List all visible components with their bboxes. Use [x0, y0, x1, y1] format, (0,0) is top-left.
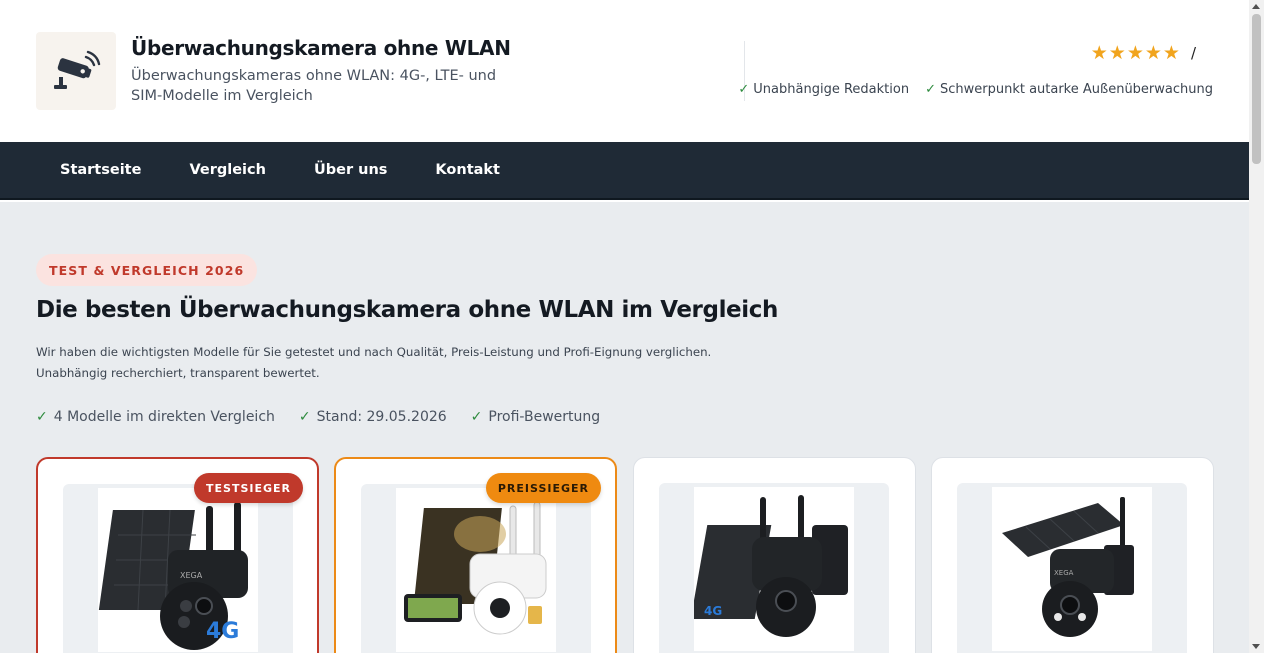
product-image[interactable]: 4G	[659, 483, 889, 653]
scroll-up-icon[interactable]	[1252, 4, 1260, 9]
trust-item: ✓ Schwerpunkt autarke Außenüberwachung	[925, 82, 1213, 97]
rating-stars: ★★★★★ /	[1091, 42, 1197, 64]
check-icon: ✓	[738, 82, 750, 97]
scroll-down-icon[interactable]	[1252, 644, 1260, 649]
svg-text:4G: 4G	[704, 604, 722, 618]
ribbon-preissieger: PREISSIEGER	[485, 473, 601, 503]
svg-text:4G: 4G	[206, 619, 239, 644]
product-image[interactable]	[361, 484, 591, 653]
camera-product-icon: XEGA 4G	[98, 502, 248, 650]
product-card[interactable]: XEGA 4G TESTSIEGER	[36, 457, 319, 653]
hero-check-item: ✓ Profi-Bewertung	[470, 409, 601, 425]
hero-description: Wir haben die wichtigsten Modelle für Si…	[36, 345, 712, 380]
rating-separator: /	[1190, 44, 1197, 62]
svg-text:XEGA: XEGA	[1054, 569, 1074, 577]
product-image[interactable]: XEGA	[957, 483, 1187, 653]
product-card[interactable]: PREISSIEGER	[334, 457, 617, 653]
check-icon: ✓	[925, 82, 936, 97]
check-icon: ✓	[36, 409, 48, 425]
trust-badges: ✓ Unabhängige Redaktion ✓ Schwerpunkt auta…	[738, 82, 1213, 97]
camera-product-icon: 4G	[694, 495, 848, 637]
nav-link-kontakt[interactable]: Kontakt	[411, 162, 524, 178]
scroll-thumb[interactable]	[1252, 14, 1261, 164]
hero-title: Die besten Überwachungskamera ohne WLAN …	[36, 297, 778, 323]
page-scrollbar[interactable]	[1249, 0, 1264, 653]
hero-section: TEST & VERGLEICH 2026 Die besten Überwac…	[0, 202, 1249, 653]
security-camera-icon	[54, 50, 101, 89]
camera-product-icon: XEGA	[1002, 497, 1134, 637]
trust-item: ✓ Unabhängige Redaktion	[738, 82, 910, 97]
product-image[interactable]: XEGA 4G	[63, 484, 293, 653]
site-tagline: Überwachungskameras ohne WLAN: 4G-, LTE-…	[131, 68, 497, 104]
product-card[interactable]: XEGA	[931, 457, 1214, 653]
site-title[interactable]: Überwachungskamera ohne WLAN	[131, 36, 511, 60]
nav-link-vergleich[interactable]: Vergleich	[165, 162, 290, 178]
svg-text:XEGA: XEGA	[180, 571, 203, 580]
site-logo[interactable]	[36, 32, 116, 110]
site-header: Überwachungskamera ohne WLAN Überwachung…	[0, 0, 1249, 142]
camera-product-icon	[404, 501, 547, 635]
hero-check-item: ✓ 4 Modelle im direkten Vergleich	[36, 409, 275, 425]
product-card[interactable]: 4G	[633, 457, 916, 653]
ribbon-testsieger: TESTSIEGER	[194, 473, 303, 503]
star-icons: ★★★★★	[1090, 42, 1181, 64]
nav-link-startseite[interactable]: Startseite	[36, 162, 165, 178]
nav-link-ueber-uns[interactable]: Über uns	[290, 162, 411, 178]
check-icon: ✓	[298, 409, 311, 425]
hero-checks: ✓ 4 Modelle im direkten Vergleich ✓ Stand:…	[36, 409, 600, 425]
hero-badge: TEST & VERGLEICH 2026	[36, 254, 258, 286]
check-icon: ✓	[470, 409, 483, 425]
main-nav: Startseite Vergleich Über uns Kontakt	[0, 142, 1249, 200]
hero-check-item: ✓ Stand: 29.05.2026	[298, 409, 447, 425]
